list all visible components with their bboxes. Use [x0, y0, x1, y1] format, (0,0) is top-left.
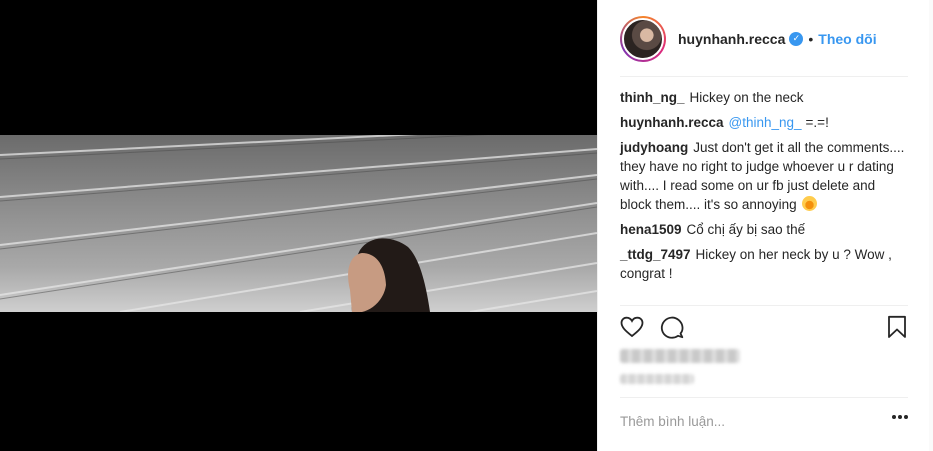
bookmark-icon[interactable]	[886, 315, 908, 339]
post-photo[interactable]	[0, 135, 597, 312]
avatar[interactable]	[620, 15, 666, 62]
header-text: huynhanh.recca ✓ • Theo dõi	[678, 31, 877, 47]
separator-dot: •	[808, 30, 814, 47]
actions-divider	[620, 305, 908, 306]
comment-item: judyhoang Just don't get it all the comme…	[620, 138, 910, 214]
comment-bubble-icon[interactable]	[660, 315, 684, 339]
input-divider	[620, 397, 908, 398]
post-username[interactable]: huynhanh.recca	[678, 31, 785, 47]
comment-item: huynhanh.recca @thinh_ng_ =.=!	[620, 113, 910, 132]
more-options-icon[interactable]	[891, 414, 909, 420]
comment-text: Cổ chị ấy bị sao thế	[686, 222, 806, 237]
header-divider	[620, 76, 908, 77]
add-comment-input[interactable]	[620, 410, 880, 432]
post-media	[0, 0, 597, 451]
photo-content	[0, 135, 597, 312]
comment-author[interactable]: huynhanh.recca	[620, 115, 724, 130]
post-date-blurred	[620, 374, 694, 384]
comment-author[interactable]: hena1509	[620, 222, 682, 237]
avatar-image	[622, 17, 664, 60]
post-header: huynhanh.recca ✓ • Theo dõi	[598, 0, 933, 77]
comment-item: thinh_ng_ Hickey on the neck	[620, 88, 910, 107]
rolling-on-floor-laughing-emoji-icon	[802, 196, 818, 211]
verified-badge-icon: ✓	[789, 31, 804, 46]
heart-icon[interactable]	[620, 315, 644, 339]
comment-text: Hickey on the neck	[689, 90, 804, 105]
post-side-panel: huynhanh.recca ✓ • Theo dõi thinh_ng_ Hic…	[597, 0, 933, 451]
scrollbar-track[interactable]	[929, 0, 933, 451]
comment-mention[interactable]: @thinh_ng_	[729, 115, 802, 130]
comment-author[interactable]: _ttdg_7497	[620, 247, 691, 262]
comment-author[interactable]: thinh_ng_	[620, 90, 685, 105]
comment-text: =.=!	[805, 115, 829, 130]
comment-author[interactable]: judyhoang	[620, 140, 688, 155]
post-actions	[620, 315, 910, 343]
follow-button[interactable]: Theo dõi	[818, 31, 876, 47]
comment-item: _ttdg_7497 Hickey on her neck by u ? Wow …	[620, 245, 910, 283]
likes-count-blurred	[620, 349, 740, 363]
comment-item: hena1509 Cổ chị ấy bị sao thế	[620, 220, 910, 239]
comment-list: thinh_ng_ Hickey on the neck huynhanh.rec…	[620, 88, 910, 289]
